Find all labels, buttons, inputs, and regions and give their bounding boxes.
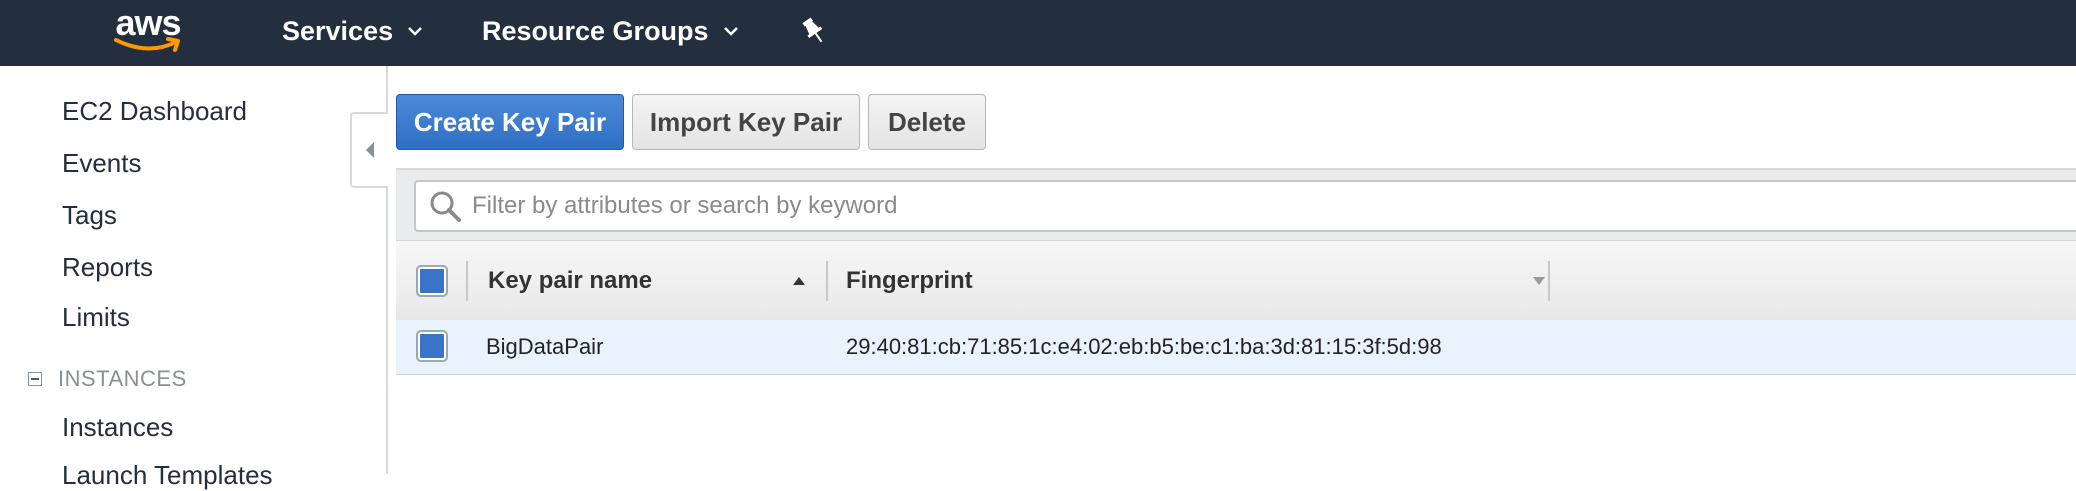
sort-toggle-icon[interactable] [1532, 276, 1546, 286]
services-menu[interactable]: Services [282, 0, 423, 62]
key-pairs-panel: Key pair name Fingerprint BigDataPair 29… [396, 168, 2076, 474]
fingerprint-cell: 29:40:81:cb:71:85:1c:e4:02:eb:b5:be:c1:b… [846, 334, 1442, 359]
aws-logo[interactable]: aws [110, 2, 186, 56]
sidebar-item-limits[interactable]: Limits [62, 302, 130, 333]
chevron-down-icon [408, 27, 422, 36]
sidebar-item-events[interactable]: Events [62, 148, 142, 179]
aws-smile-icon [114, 37, 180, 52]
sidebar-section-instances[interactable]: INSTANCES [28, 366, 187, 392]
chevron-left-icon [366, 142, 374, 158]
sort-ascending-icon[interactable] [792, 276, 806, 286]
column-header-label: Key pair name [488, 267, 653, 294]
select-all-checkbox[interactable] [416, 265, 448, 297]
sidebar-item-launch-templates[interactable]: Launch Templates [62, 460, 273, 491]
column-header-fingerprint[interactable]: Fingerprint [846, 241, 1546, 321]
column-divider [466, 261, 468, 301]
resource-groups-menu[interactable]: Resource Groups [482, 0, 739, 62]
services-label: Services [282, 15, 394, 46]
column-header-key-pair-name[interactable]: Key pair name [488, 241, 818, 321]
sidebar: EC2 Dashboard Events Tags Reports Limits… [0, 66, 388, 490]
resource-groups-label: Resource Groups [482, 15, 709, 46]
column-divider [826, 261, 828, 301]
sidebar-item-tags[interactable]: Tags [62, 200, 117, 231]
collapse-sidebar-button[interactable] [350, 112, 388, 188]
table-header: Key pair name Fingerprint [396, 240, 2076, 322]
sidebar-item-ec2-dashboard[interactable]: EC2 Dashboard [62, 96, 247, 127]
import-key-pair-button[interactable]: Import Key Pair [632, 94, 860, 150]
column-header-label: Fingerprint [846, 267, 973, 294]
chevron-down-icon [723, 27, 738, 36]
collapse-section-icon[interactable] [28, 372, 42, 386]
pin-icon[interactable] [800, 16, 828, 46]
sidebar-item-instances[interactable]: Instances [62, 412, 173, 443]
search-icon [430, 191, 461, 222]
delete-button[interactable]: Delete [868, 94, 986, 150]
create-key-pair-button[interactable]: Create Key Pair [396, 94, 624, 150]
top-nav-bar: aws Services Resource Groups [0, 0, 2076, 66]
filter-bar [396, 168, 2076, 242]
row-checkbox[interactable] [416, 330, 448, 362]
filter-field[interactable] [414, 180, 2076, 232]
sidebar-item-reports[interactable]: Reports [62, 252, 153, 283]
search-input[interactable] [470, 191, 1974, 221]
column-divider [1548, 261, 1550, 301]
sidebar-section-title: INSTANCES [58, 366, 187, 391]
table-row[interactable]: BigDataPair 29:40:81:cb:71:85:1c:e4:02:e… [396, 320, 2076, 375]
key-pair-name-cell: BigDataPair [486, 334, 604, 359]
